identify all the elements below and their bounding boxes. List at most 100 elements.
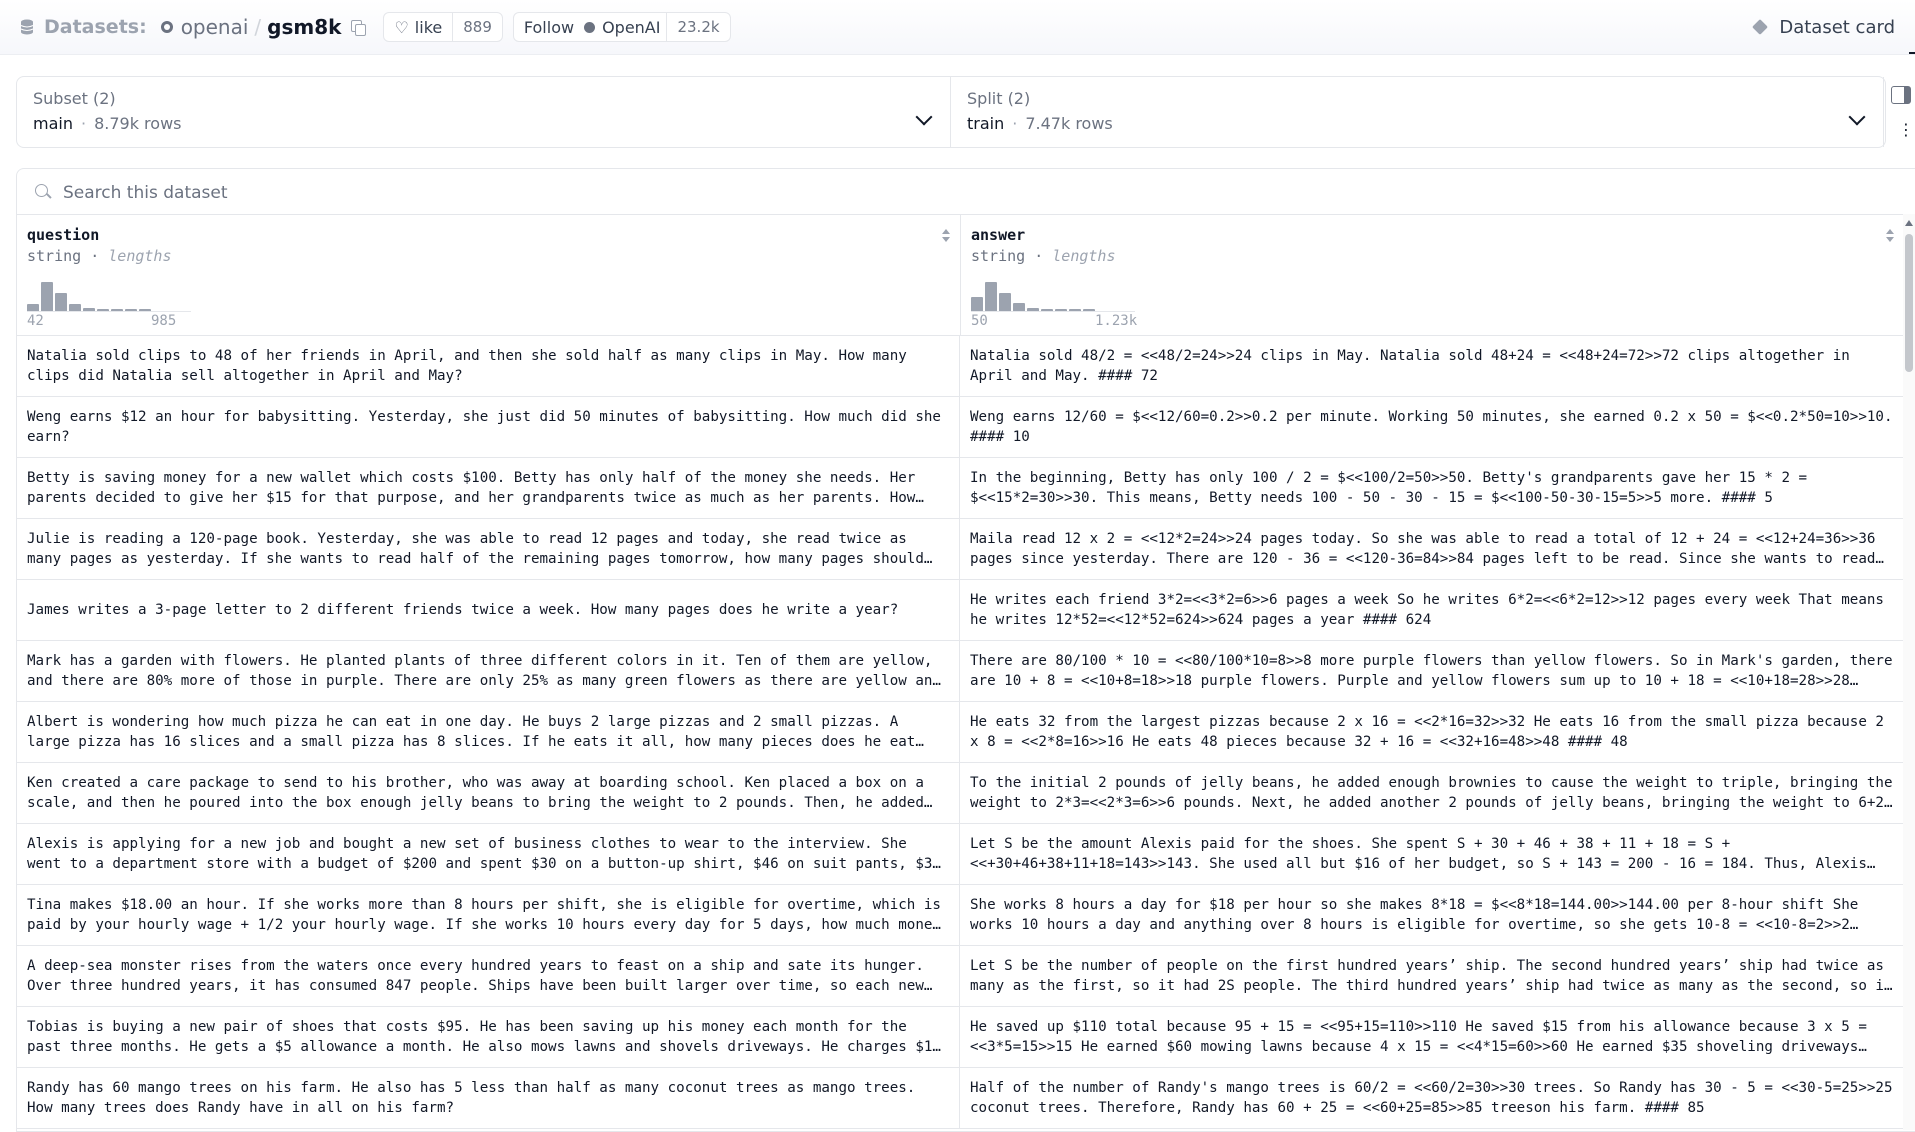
org-link[interactable]: openai (181, 15, 249, 39)
answer-cell[interactable]: Weng earns 12/60 = $<<12/60=0.2>>0.2 per… (960, 397, 1903, 457)
histogram-bar[interactable] (41, 282, 53, 311)
split-label: Split (2) (967, 89, 1031, 108)
table-row[interactable]: Weng earns $12 an hour for babysitting. … (17, 397, 1904, 458)
histogram-bar[interactable] (1055, 309, 1067, 311)
question-cell[interactable]: Weng earns $12 an hour for babysitting. … (17, 397, 960, 457)
histogram-bar[interactable] (999, 293, 1011, 311)
sort-icon[interactable] (1886, 229, 1894, 243)
question-cell[interactable]: Tobias is buying a new pair of shoes tha… (17, 1007, 960, 1067)
question-cell[interactable]: Randy has 60 mango trees on his farm. He… (17, 1068, 960, 1128)
subset-rows: 8.79k rows (94, 114, 182, 133)
answer-cell[interactable]: Natalia sold 48/2 = <<48/2=24>>24 clips … (960, 336, 1903, 396)
table-row[interactable]: Ken created a care package to send to hi… (17, 763, 1904, 824)
table-row[interactable]: James writes a 3-page letter to 2 differ… (17, 580, 1904, 641)
histogram-bar[interactable] (985, 282, 997, 311)
column-stat-label: lengths (108, 247, 172, 265)
table-row[interactable]: Tina makes $18.00 an hour. If she works … (17, 885, 1904, 946)
histogram-bar[interactable] (1069, 309, 1081, 311)
histogram-bar[interactable] (1083, 309, 1095, 311)
column-type: string · lengths (27, 247, 172, 265)
table-row[interactable]: Albert is wondering how much pizza he ca… (17, 702, 1904, 763)
question-cell[interactable]: Alexis is applying for a new job and bou… (17, 824, 960, 884)
histogram-bar[interactable] (55, 293, 67, 311)
more-options-icon[interactable]: ⋮ (1898, 122, 1914, 138)
answer-cell[interactable]: He eats 32 from the largest pizzas becau… (960, 702, 1903, 762)
histogram-bar[interactable] (1041, 309, 1053, 311)
answer-cell[interactable]: Let S be the amount Alexis paid for the … (960, 824, 1903, 884)
question-cell[interactable]: A deep-sea monster rises from the waters… (17, 946, 960, 1006)
table-row[interactable]: A deep-sea monster rises from the waters… (17, 946, 1904, 1007)
question-cell[interactable]: Mark has a garden with flowers. He plant… (17, 641, 960, 701)
column-header-answer[interactable]: answer string · lengths 50 1.23k (961, 215, 1904, 335)
histogram-bar[interactable] (1013, 303, 1025, 311)
table-row[interactable]: Mark has a garden with flowers. He plant… (17, 641, 1904, 702)
sort-icon[interactable] (942, 229, 950, 243)
table-row[interactable]: Julie is reading a 120-page book. Yester… (17, 519, 1904, 580)
answer-cell[interactable]: In the beginning, Betty has only 100 / 2… (960, 458, 1903, 518)
histogram-bar[interactable] (971, 297, 983, 311)
question-cell[interactable]: Ken created a care package to send to hi… (17, 763, 960, 823)
answer-cell[interactable]: Half of the number of Randy's mango tree… (960, 1068, 1903, 1128)
answer-cell[interactable]: There are 80/100 * 10 = <<80/100*10=8>>8… (960, 641, 1903, 701)
column-header-question[interactable]: question string · lengths 42 985 (17, 215, 961, 335)
dataset-name-link[interactable]: gsm8k (267, 15, 341, 39)
answer-cell[interactable]: Let S be the number of people on the fir… (960, 946, 1903, 1006)
table-header: question string · lengths 42 985 answer strin… (17, 215, 1904, 336)
answer-text: He writes each friend 3*2=<<3*2=6>>6 pag… (970, 592, 1884, 628)
question-cell[interactable]: Albert is wondering how much pizza he ca… (17, 702, 960, 762)
question-cell[interactable]: Betty is saving money for a new wallet w… (17, 458, 960, 518)
answer-cell[interactable]: To the initial 2 pounds of jelly beans, … (960, 763, 1903, 823)
table-row[interactable]: Betty is saving money for a new wallet w… (17, 458, 1904, 519)
answer-cell[interactable]: He writes each friend 3*2=<<3*2=6>>6 pag… (960, 580, 1903, 640)
column-name: answer (971, 226, 1026, 244)
copy-icon[interactable] (351, 20, 367, 36)
scrollbar[interactable] (1903, 214, 1915, 1130)
histogram-bar[interactable] (69, 304, 81, 311)
histogram-bar[interactable] (125, 309, 137, 311)
length-histogram (27, 277, 191, 312)
question-text: Betty is saving money for a new wallet w… (27, 470, 916, 506)
scroll-thumb[interactable] (1905, 234, 1913, 372)
answer-cell[interactable]: Maila read 12 x 2 = <<12*2=24>>24 pages … (960, 519, 1903, 579)
side-panel-icon[interactable] (1891, 86, 1911, 104)
histogram-bar[interactable] (139, 309, 151, 311)
histogram-bar[interactable] (97, 309, 109, 311)
histogram-bar[interactable] (111, 309, 123, 311)
column-type-name: string (971, 247, 1026, 265)
dataset-card-tab[interactable]: Dataset card (1752, 0, 1895, 54)
breadcrumb-separator: / (254, 15, 262, 39)
question-cell[interactable]: Natalia sold clips to 48 of her friends … (17, 336, 960, 396)
histogram-bar[interactable] (83, 308, 95, 311)
follow-button[interactable]: Follow OpenAI 23.2k (512, 12, 731, 42)
table-row[interactable]: Natalia sold clips to 48 of her friends … (17, 336, 1904, 397)
question-text: Weng earns $12 an hour for babysitting. … (27, 409, 941, 445)
table-row[interactable]: Alexis is applying for a new job and bou… (17, 824, 1904, 885)
answer-cell[interactable]: She works 8 hours a day for $18 per hour… (960, 885, 1903, 945)
table-row[interactable]: Randy has 60 mango trees on his farm. He… (17, 1068, 1904, 1129)
question-text: Alexis is applying for a new job and bou… (27, 836, 941, 872)
scroll-up-icon[interactable] (1905, 220, 1913, 226)
question-text: Julie is reading a 120-page book. Yester… (27, 531, 924, 567)
question-cell[interactable]: Julie is reading a 120-page book. Yester… (17, 519, 960, 579)
histogram-bar[interactable] (1027, 308, 1039, 311)
search-input[interactable] (61, 178, 1265, 208)
dataset-breadcrumb: Datasets: openai / gsm8k ♡ like 889 Follo… (20, 0, 741, 54)
column-type-dot: · (1034, 247, 1044, 265)
datasets-link[interactable]: Datasets: (44, 16, 147, 38)
top-header: Datasets: openai / gsm8k ♡ like 889 Follo… (0, 0, 1915, 55)
answer-text: Weng earns 12/60 = $<<12/60=0.2>>0.2 per… (970, 409, 1893, 445)
split-dot: · (1012, 114, 1018, 133)
histogram-bar[interactable] (27, 304, 39, 311)
answer-cell[interactable]: He saved up $110 total because 95 + 15 =… (960, 1007, 1903, 1067)
question-cell[interactable]: James writes a 3-page letter to 2 differ… (17, 580, 960, 640)
chevron-down-icon (1848, 108, 1866, 126)
answer-text: There are 80/100 * 10 = <<80/100*10=8>>8… (970, 653, 1893, 689)
question-text: Tobias is buying a new pair of shoes tha… (27, 1019, 941, 1055)
question-text: Natalia sold clips to 48 of her friends … (27, 348, 907, 384)
question-cell[interactable]: Tina makes $18.00 an hour. If she works … (17, 885, 960, 945)
split-dropdown[interactable]: Split (2) train · 7.47k rows (951, 77, 1884, 147)
like-button[interactable]: ♡ like 889 (383, 12, 503, 42)
subset-dropdown[interactable]: Subset (2) main · 8.79k rows (17, 77, 951, 147)
follow-label: Follow (523, 17, 575, 37)
table-row[interactable]: Tobias is buying a new pair of shoes tha… (17, 1007, 1904, 1068)
